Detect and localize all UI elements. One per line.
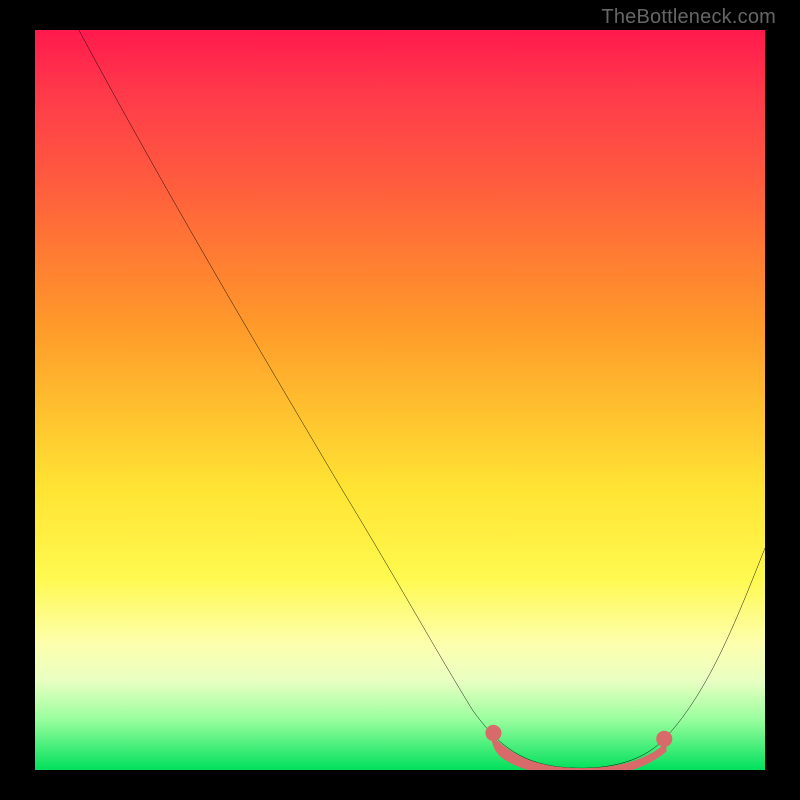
marker-dot-right — [656, 731, 672, 747]
chart-frame: TheBottleneck.com — [0, 0, 800, 800]
marker-dot-left — [485, 725, 501, 741]
attribution-text: TheBottleneck.com — [601, 6, 776, 29]
bottleneck-curve-path — [79, 30, 765, 768]
plot-area — [35, 30, 765, 770]
marker-band — [491, 734, 666, 770]
highlighted-flat-region — [485, 725, 672, 770]
bottleneck-curve-svg — [35, 30, 765, 770]
